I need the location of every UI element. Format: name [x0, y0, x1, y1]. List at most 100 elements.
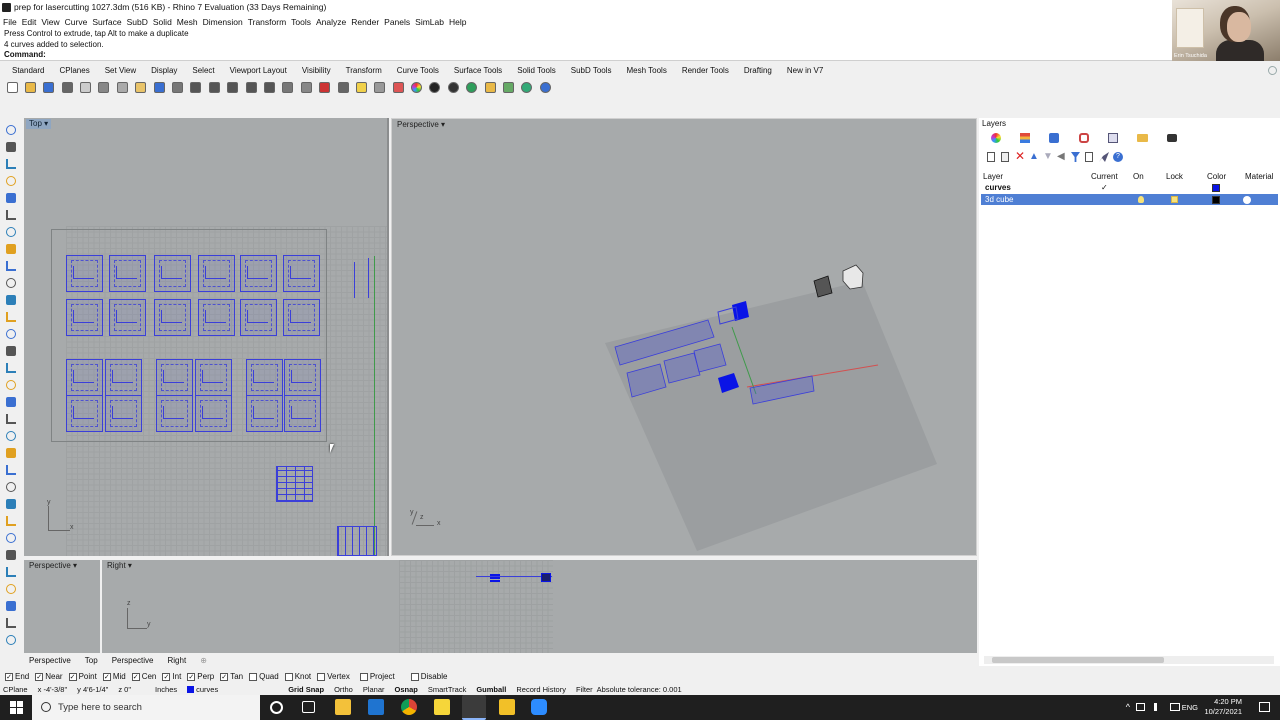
- osnap-project[interactable]: Project: [359, 671, 395, 683]
- add-viewport-tab-icon[interactable]: ⊕: [193, 655, 214, 667]
- delete-layer-icon[interactable]: ✕: [1015, 150, 1025, 162]
- menu-dimension[interactable]: Dimension: [203, 15, 243, 29]
- miro-icon[interactable]: [499, 699, 515, 715]
- zoom-icon[interactable]: [188, 79, 204, 95]
- viewport-title-perspective-small[interactable]: Perspective ▾: [26, 561, 80, 571]
- folder-tab-icon[interactable]: [1137, 134, 1148, 142]
- analyze-icon[interactable]: [4, 583, 17, 595]
- cylinder-icon[interactable]: [4, 379, 17, 391]
- rectangle-icon[interactable]: [4, 226, 17, 238]
- viewport-top[interactable]: y x Top ▾: [24, 118, 389, 556]
- environment-tab-icon[interactable]: [1108, 133, 1118, 143]
- tab-set-view[interactable]: Set View: [99, 64, 145, 77]
- cplane-label[interactable]: CPlane: [3, 684, 28, 695]
- checkbox[interactable]: [249, 673, 258, 681]
- current-layer-indicator[interactable]: curves: [187, 684, 218, 695]
- zoom-window-icon[interactable]: [206, 79, 222, 95]
- file-explorer-icon[interactable]: [335, 699, 351, 715]
- viewport-tab-top[interactable]: Top: [78, 655, 105, 667]
- menu-render[interactable]: Render: [351, 15, 379, 29]
- viewport-tab-perspective[interactable]: Perspective: [105, 655, 161, 667]
- osnap-int[interactable]: ✓ Int: [162, 671, 181, 683]
- tab-mesh-tools[interactable]: Mesh Tools: [621, 64, 676, 77]
- cut-icon[interactable]: [96, 79, 112, 95]
- osnap-point[interactable]: ✓ Point: [68, 671, 97, 683]
- fillet-icon[interactable]: [4, 294, 17, 306]
- checkbox[interactable]: ✓: [102, 673, 111, 681]
- column-layer[interactable]: Layer: [983, 171, 1003, 182]
- menu-help[interactable]: Help: [449, 15, 466, 29]
- taskbar-search-box[interactable]: Type here to search: [32, 695, 260, 720]
- menu-tools[interactable]: Tools: [291, 15, 311, 29]
- sticky-notes-icon[interactable]: [434, 699, 450, 715]
- rhino-taskbar-icon[interactable]: [462, 695, 486, 720]
- material-swatch[interactable]: [1243, 196, 1251, 204]
- battery-icon[interactable]: [1170, 703, 1180, 711]
- point-icon[interactable]: [4, 141, 17, 153]
- import-icon[interactable]: [78, 79, 94, 95]
- layer-color-swatch[interactable]: [1212, 183, 1220, 192]
- gumball-toggle[interactable]: Gumball: [476, 684, 506, 695]
- osnap-perp[interactable]: ✓ Perp: [187, 671, 214, 683]
- osnap-vertex[interactable]: Vertex: [317, 671, 350, 683]
- osnap-knot[interactable]: Knot: [284, 671, 311, 683]
- checkbox[interactable]: ✓: [131, 673, 140, 681]
- group-icon[interactable]: [4, 617, 17, 629]
- render-tab-icon[interactable]: [1049, 133, 1059, 143]
- zoom-extents-icon[interactable]: [243, 79, 259, 95]
- viewport-right[interactable]: z y Right ▾: [102, 560, 977, 653]
- checkbox[interactable]: [359, 673, 368, 681]
- tab-render-tools[interactable]: Render Tools: [676, 64, 738, 77]
- command-prompt[interactable]: Command:: [4, 50, 1172, 61]
- menu-mesh[interactable]: Mesh: [177, 15, 198, 29]
- select-arrow-icon[interactable]: [4, 124, 17, 136]
- save-icon[interactable]: [41, 79, 57, 95]
- language-indicator[interactable]: ENG: [1182, 695, 1198, 720]
- camera-tab-icon[interactable]: [1167, 134, 1177, 142]
- tab-solid-tools[interactable]: Solid Tools: [511, 64, 565, 77]
- start-button[interactable]: [0, 695, 32, 720]
- osnap-mid[interactable]: ✓ Mid: [102, 671, 126, 683]
- tab-subd-tools[interactable]: SubD Tools: [565, 64, 621, 77]
- layers-tab-icon[interactable]: [1020, 133, 1030, 143]
- viewport-title-right[interactable]: Right ▾: [104, 561, 135, 571]
- dimension-icon[interactable]: [4, 600, 17, 612]
- layers-horizontal-scrollbar[interactable]: [984, 656, 1274, 664]
- column-on[interactable]: On: [1133, 171, 1144, 182]
- arc-icon[interactable]: [4, 209, 17, 221]
- ellipse-icon[interactable]: [4, 243, 17, 255]
- menu-edit[interactable]: Edit: [22, 15, 37, 29]
- undo-icon[interactable]: [151, 79, 167, 95]
- osnap-toggle[interactable]: Osnap: [395, 684, 418, 695]
- box-solid-icon[interactable]: [4, 345, 17, 357]
- checkbox[interactable]: ✓: [187, 673, 196, 681]
- new-sublayer-icon[interactable]: [1001, 152, 1009, 162]
- menu-curve[interactable]: Curve: [65, 15, 88, 29]
- four-viewports-icon[interactable]: [280, 79, 296, 95]
- rotate-icon[interactable]: [4, 515, 17, 527]
- surface-icon[interactable]: [4, 311, 17, 323]
- tab-cplanes[interactable]: CPlanes: [53, 64, 98, 77]
- ortho-toggle[interactable]: Ortho: [334, 684, 353, 695]
- column-material[interactable]: Material: [1245, 171, 1273, 182]
- viewport-title-top[interactable]: Top ▾: [26, 119, 52, 129]
- print-icon[interactable]: [59, 79, 75, 95]
- toolbar-settings-gear-icon[interactable]: [1268, 66, 1277, 75]
- mail-icon[interactable]: [368, 699, 384, 715]
- material-sphere-icon[interactable]: [427, 79, 443, 95]
- checkbox[interactable]: [284, 673, 293, 681]
- viewport-perspective[interactable]: y z x Perspective ▾: [391, 118, 977, 556]
- layer-icon[interactable]: [390, 79, 406, 95]
- move-up-icon[interactable]: ▲: [1029, 151, 1039, 163]
- menu-analyze[interactable]: Analyze: [316, 15, 346, 29]
- layer-row-curves[interactable]: curves ✓: [981, 182, 1278, 193]
- polyline-icon[interactable]: [4, 158, 17, 170]
- padlock-unlocked-icon[interactable]: [1171, 196, 1178, 203]
- light-bulb-icon[interactable]: [353, 79, 369, 95]
- menu-surface[interactable]: Surface: [92, 15, 121, 29]
- tab-transform[interactable]: Transform: [340, 64, 391, 77]
- planar-toggle[interactable]: Planar: [363, 684, 385, 695]
- osnap-disable[interactable]: Disable: [410, 671, 447, 683]
- menu-transform[interactable]: Transform: [248, 15, 286, 29]
- tab-new-in-v7[interactable]: New in V7: [781, 64, 832, 77]
